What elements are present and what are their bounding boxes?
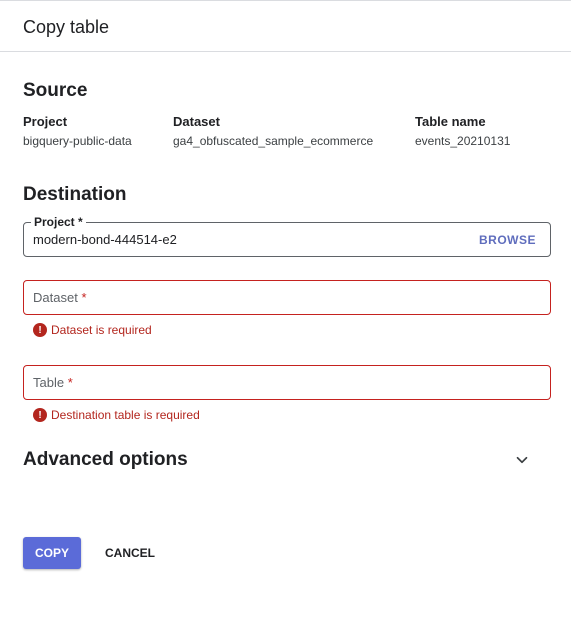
dataset-field-placeholder: Dataset * [33, 290, 87, 305]
table-error: ! Destination table is required [33, 407, 200, 423]
source-project: Project bigquery-public-data [23, 114, 132, 148]
browse-button[interactable]: BROWSE [479, 233, 536, 247]
table-required-mark: * [67, 375, 73, 390]
cancel-button[interactable]: CANCEL [95, 537, 165, 569]
project-field[interactable]: Project * modern-bond-444514-e2 BROWSE [23, 215, 551, 257]
source-project-label: Project [23, 114, 68, 129]
dataset-error: ! Dataset is required [33, 322, 152, 338]
error-circle-icon: ! [33, 323, 47, 337]
dataset-placeholder-text: Dataset [33, 290, 78, 305]
source-table-value: events_20210131 [415, 134, 511, 148]
dataset-required-mark: * [81, 290, 87, 305]
copy-button[interactable]: COPY [23, 537, 81, 569]
error-circle-icon: ! [33, 408, 47, 422]
dialog-header: Copy table [0, 3, 571, 52]
table-field-placeholder: Table * [33, 375, 73, 390]
source-section-title: Source [23, 80, 88, 101]
table-error-text: Destination table is required [51, 408, 200, 422]
advanced-options-toggle[interactable]: Advanced options [23, 447, 543, 475]
dataset-error-text: Dataset is required [51, 323, 152, 337]
dialog-title: Copy table [23, 17, 110, 37]
project-field-label: Project * [31, 215, 86, 229]
table-field[interactable]: Table * [23, 365, 551, 400]
source-table: Table name events_20210131 [415, 114, 510, 148]
source-dataset: Dataset ga4_obfuscated_sample_ecommerce [173, 114, 373, 148]
dataset-field[interactable]: Dataset * [23, 280, 551, 315]
chevron-down-icon[interactable] [513, 451, 531, 469]
source-project-value: bigquery-public-data [23, 134, 132, 148]
advanced-options-title: Advanced options [23, 449, 188, 470]
source-table-label: Table name [415, 114, 486, 129]
source-dataset-value: ga4_obfuscated_sample_ecommerce [173, 134, 374, 148]
source-dataset-label: Dataset [173, 114, 220, 129]
project-field-value[interactable]: modern-bond-444514-e2 [33, 232, 177, 247]
destination-section-title: Destination [23, 184, 127, 205]
table-placeholder-text: Table [33, 375, 65, 390]
